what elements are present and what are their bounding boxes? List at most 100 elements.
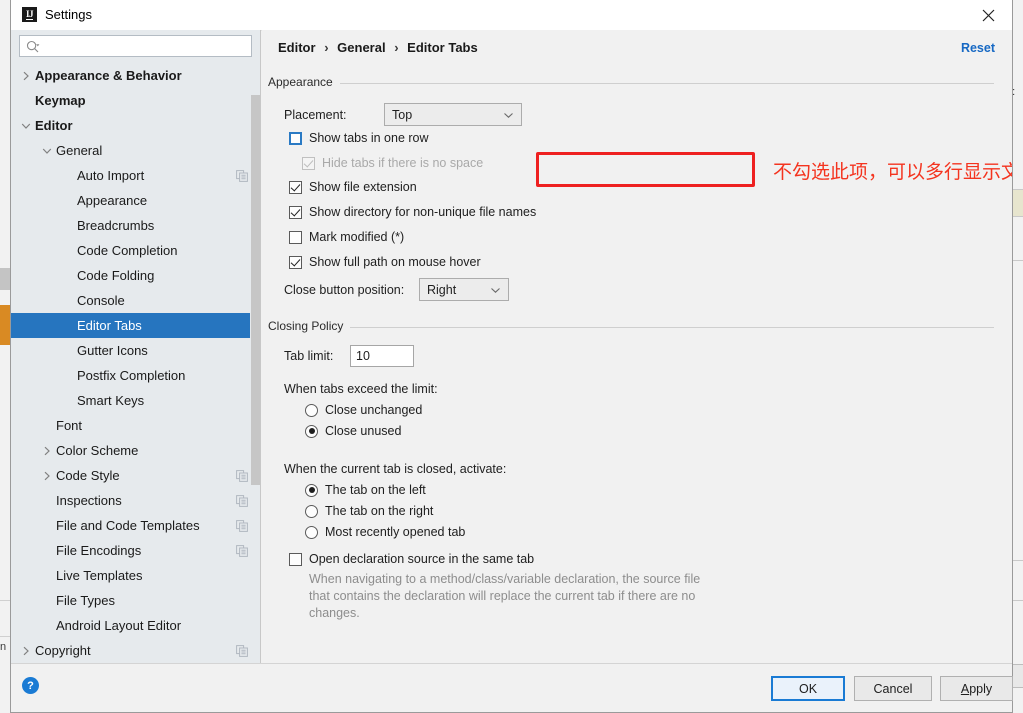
close-unchanged-row[interactable]: Close unchanged bbox=[305, 403, 422, 417]
sidebar-item-color-scheme[interactable]: Color Scheme bbox=[11, 438, 260, 463]
close-button-position-row: Close button position: Right bbox=[284, 278, 509, 301]
sidebar-item-appearance[interactable]: Appearance bbox=[11, 188, 260, 213]
copy-settings-icon bbox=[236, 469, 248, 482]
sidebar-item-font[interactable]: Font bbox=[11, 413, 260, 438]
sidebar-scrollbar-track[interactable] bbox=[250, 63, 260, 664]
open-declaration-checkbox[interactable] bbox=[289, 552, 302, 566]
show-file-extension-label: Show file extension bbox=[309, 180, 417, 194]
sidebar-item-file-encodings[interactable]: File Encodings bbox=[11, 538, 260, 563]
sidebar-item-android-layout-editor[interactable]: Android Layout Editor bbox=[11, 613, 260, 638]
sidebar-item-editor-tabs[interactable]: Editor Tabs bbox=[11, 313, 260, 338]
sidebar-item-copyright[interactable]: Copyright bbox=[11, 638, 260, 663]
mark-modified-checkbox[interactable] bbox=[289, 230, 302, 244]
sidebar-item-file-and-code-templates[interactable]: File and Code Templates bbox=[11, 513, 260, 538]
breadcrumb: Editor › General › Editor Tabs bbox=[278, 40, 478, 55]
open-declaration-row[interactable]: Open declaration source in the same tab bbox=[289, 552, 534, 566]
placement-value: Top bbox=[392, 107, 413, 122]
close-unchanged-radio[interactable] bbox=[305, 403, 318, 417]
copy-settings-icon bbox=[236, 644, 248, 657]
most-recent-tab-radio[interactable] bbox=[305, 525, 318, 539]
close-button-position-dropdown[interactable]: Right bbox=[419, 278, 509, 301]
show-tabs-one-row-row[interactable]: Show tabs in one row bbox=[289, 131, 429, 145]
apply-button[interactable]: Apply bbox=[940, 676, 1013, 701]
show-directory-row[interactable]: Show directory for non-unique file names bbox=[289, 205, 536, 219]
intellij-idea-icon: IJ bbox=[22, 7, 37, 22]
breadcrumb-part-editor[interactable]: Editor bbox=[278, 40, 316, 55]
sidebar-item-code-style[interactable]: Code Style bbox=[11, 463, 260, 488]
tab-on-left-radio[interactable] bbox=[305, 483, 318, 497]
reset-link[interactable]: Reset bbox=[961, 41, 995, 55]
show-tabs-one-row-checkbox[interactable] bbox=[289, 131, 302, 145]
show-full-path-row[interactable]: Show full path on mouse hover bbox=[289, 255, 481, 269]
ok-button[interactable]: OK bbox=[771, 676, 845, 701]
sidebar-item-breadcrumbs[interactable]: Breadcrumbs bbox=[11, 213, 260, 238]
settings-tree: Appearance & Behavior Keymap Editor General… bbox=[11, 63, 260, 664]
sidebar-item-console[interactable]: Console bbox=[11, 288, 260, 313]
sidebar-item-inspections[interactable]: Inspections bbox=[11, 488, 260, 513]
tab-on-left-row[interactable]: The tab on the left bbox=[305, 483, 426, 497]
chevron-right-icon[interactable] bbox=[19, 69, 33, 83]
cancel-button-label: Cancel bbox=[873, 681, 913, 696]
sidebar-item-general[interactable]: General bbox=[11, 138, 260, 163]
search-box[interactable] bbox=[19, 35, 252, 58]
sidebar-item-label: Code Style bbox=[56, 468, 120, 483]
sidebar-item-label: Appearance bbox=[77, 193, 148, 208]
show-full-path-checkbox[interactable] bbox=[289, 255, 302, 269]
show-file-extension-row[interactable]: Show file extension bbox=[289, 180, 417, 194]
sidebar-item-auto-import[interactable]: Auto Import bbox=[11, 163, 260, 188]
sidebar-item-label: Code Completion bbox=[77, 243, 178, 258]
search-field-wrapper bbox=[19, 35, 252, 58]
sidebar-item-code-completion[interactable]: Code Completion bbox=[11, 238, 260, 263]
sidebar-item-gutter-icons[interactable]: Gutter Icons bbox=[11, 338, 260, 363]
sidebar-item-file-types[interactable]: File Types bbox=[11, 588, 260, 613]
sidebar-item-code-folding[interactable]: Code Folding bbox=[11, 263, 260, 288]
tab-limit-label: Tab limit: bbox=[284, 349, 334, 363]
show-full-path-label: Show full path on mouse hover bbox=[309, 255, 481, 269]
hide-tabs-no-space-checkbox bbox=[302, 156, 315, 170]
show-file-extension-checkbox[interactable] bbox=[289, 180, 302, 194]
search-input[interactable] bbox=[46, 36, 247, 58]
sidebar-item-editor[interactable]: Editor bbox=[11, 113, 260, 138]
closing-policy-group-rule bbox=[268, 327, 994, 328]
close-button-position-value: Right bbox=[427, 282, 457, 297]
hide-tabs-no-space-row: Hide tabs if there is no space bbox=[302, 156, 483, 170]
sidebar-item-keymap[interactable]: Keymap bbox=[11, 88, 260, 113]
chevron-down-icon bbox=[491, 287, 500, 293]
close-unused-row[interactable]: Close unused bbox=[305, 424, 401, 438]
chevron-right-icon[interactable] bbox=[40, 469, 54, 483]
open-declaration-help-text: When navigating to a method/class/variab… bbox=[309, 572, 701, 620]
sidebar-scrollbar-thumb[interactable] bbox=[251, 95, 260, 485]
chevron-down-icon[interactable] bbox=[19, 119, 33, 133]
annotation-note-text: 不勾选此项，可以多行显示文件列表 bbox=[773, 161, 1012, 183]
help-icon[interactable]: ? bbox=[22, 677, 39, 694]
apply-button-label: pply bbox=[969, 681, 993, 696]
sidebar-item-appearance-behavior[interactable]: Appearance & Behavior bbox=[11, 63, 260, 88]
placement-dropdown[interactable]: Top bbox=[384, 103, 522, 126]
sidebar-item-smart-keys[interactable]: Smart Keys bbox=[11, 388, 260, 413]
chevron-right-icon[interactable] bbox=[19, 644, 33, 658]
tab-on-right-radio[interactable] bbox=[305, 504, 318, 518]
close-unused-radio[interactable] bbox=[305, 424, 318, 438]
close-unused-label: Close unused bbox=[325, 424, 402, 438]
exceed-limit-heading-text: When tabs exceed the limit: bbox=[284, 382, 438, 396]
sidebar-item-live-templates[interactable]: Live Templates bbox=[11, 563, 260, 588]
cancel-button[interactable]: Cancel bbox=[854, 676, 932, 701]
sidebar-item-label: Editor Tabs bbox=[77, 318, 142, 333]
chevron-right-icon[interactable] bbox=[40, 444, 54, 458]
settings-sidebar: Appearance & Behavior Keymap Editor General… bbox=[11, 30, 261, 664]
tab-on-right-row[interactable]: The tab on the right bbox=[305, 504, 433, 518]
appearance-group-rule bbox=[268, 83, 994, 84]
sidebar-item-postfix-completion[interactable]: Postfix Completion bbox=[11, 363, 260, 388]
breadcrumb-part-general[interactable]: General bbox=[337, 40, 385, 55]
close-icon[interactable] bbox=[973, 4, 1003, 26]
bg-left-text: n bbox=[0, 641, 7, 653]
show-tabs-one-row-label: Show tabs in one row bbox=[309, 131, 429, 145]
activate-heading-text: When the current tab is closed, activate… bbox=[284, 462, 507, 476]
sidebar-item-label: Breadcrumbs bbox=[77, 218, 155, 233]
mark-modified-row[interactable]: Mark modified (*) bbox=[289, 230, 404, 244]
show-directory-checkbox[interactable] bbox=[289, 205, 302, 219]
most-recent-tab-row[interactable]: Most recently opened tab bbox=[305, 525, 465, 539]
placement-label: Placement: bbox=[284, 107, 347, 122]
tab-limit-input[interactable] bbox=[350, 345, 414, 367]
chevron-down-icon[interactable] bbox=[40, 144, 54, 158]
